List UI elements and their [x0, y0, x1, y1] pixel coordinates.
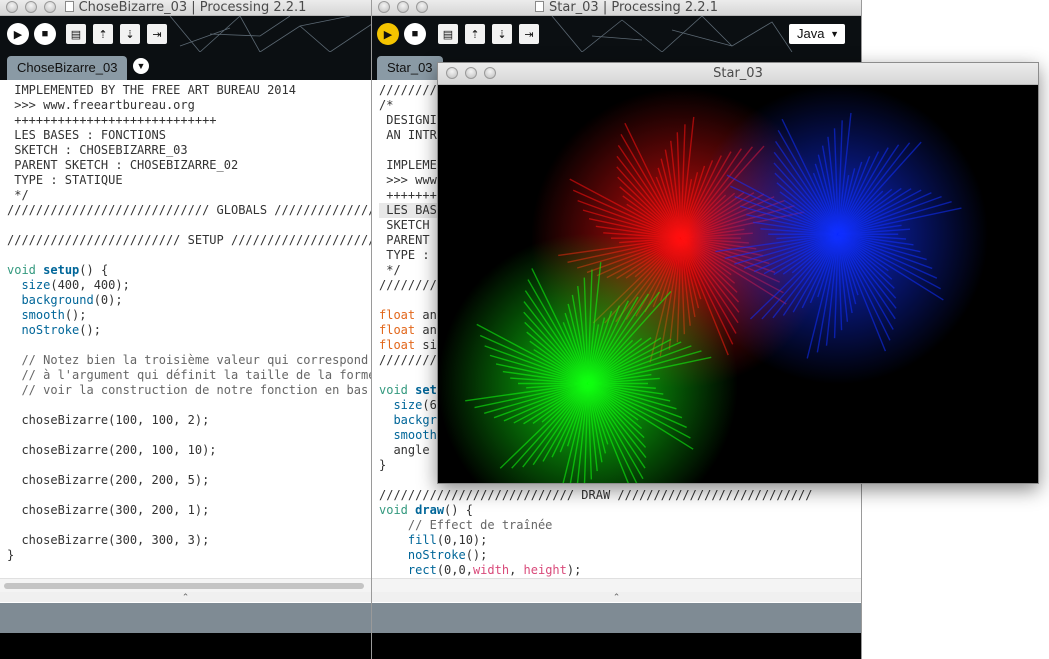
mode-dropdown-value: Java	[797, 26, 825, 41]
code-line[interactable]	[7, 338, 371, 353]
code-line[interactable]	[7, 398, 371, 413]
mode-dropdown[interactable]: Java ▼	[789, 24, 845, 44]
left-titlebar[interactable]: ChoseBizarre_03 | Processing 2.2.1	[0, 0, 371, 16]
code-line[interactable]: choseBizarre(100, 100, 2);	[7, 413, 371, 428]
code-line[interactable]: SKETCH : CHOSEBIZARRE_03	[7, 143, 371, 158]
document-icon	[535, 1, 544, 12]
code-line[interactable]: void draw() {	[379, 503, 861, 518]
code-line[interactable]	[7, 458, 371, 473]
code-line[interactable]: // Effect de traînée	[379, 518, 861, 533]
run-button[interactable]: ▶	[7, 23, 29, 45]
code-line[interactable]: noStroke();	[7, 323, 371, 338]
document-icon	[64, 1, 74, 12]
right-toolbar: ▶ ■ ▤ ⇡ ⇣ ⇥ Java ▼	[372, 16, 861, 52]
code-line[interactable]: ++++++++++++++++++++++++++++	[7, 113, 371, 128]
code-line[interactable]: LES BASES : FONCTIONS	[7, 128, 371, 143]
code-line[interactable]: TYPE : STATIQUE	[7, 173, 371, 188]
code-line[interactable]: // voir la construction de notre fonctio…	[7, 383, 371, 398]
stop-button[interactable]: ■	[34, 23, 56, 45]
window-title: ChoseBizarre_03 | Processing 2.2.1	[0, 0, 371, 15]
save-button[interactable]: ⇣	[492, 24, 512, 44]
tab-menu-icon[interactable]: ▼	[133, 58, 149, 74]
tab-star-03[interactable]: Star_03	[377, 56, 443, 80]
left-tabbar: ChoseBizarre_03	[0, 52, 371, 80]
code-line[interactable]: choseBizarre(300, 300, 3);	[7, 533, 371, 548]
stop-button[interactable]: ■	[404, 23, 426, 45]
code-line[interactable]: choseBizarre(200, 200, 5);	[7, 473, 371, 488]
code-line[interactable]: >>> www.freeartbureau.org	[7, 98, 371, 113]
left-toolbar: ▶ ■ ▤ ⇡ ⇣ ⇥	[0, 16, 371, 52]
console-area[interactable]	[0, 633, 371, 659]
right-titlebar[interactable]: Star_03 | Processing 2.2.1	[372, 0, 861, 16]
code-line[interactable]: // Notez bien la troisième valeur qui co…	[7, 353, 371, 368]
code-line[interactable]: noStroke();	[379, 548, 861, 563]
window-title: Star_03 | Processing 2.2.1	[372, 0, 861, 15]
code-line[interactable]: /////////////////////////// DRAW ///////…	[379, 488, 861, 503]
code-line[interactable]: PARENT SKETCH : CHOSEBIZARRE_02	[7, 158, 371, 173]
code-line[interactable]: choseBizarre(200, 100, 10);	[7, 443, 371, 458]
star-drawing	[438, 85, 989, 483]
status-bar	[372, 603, 861, 633]
left-editor-window: ChoseBizarre_03 | Processing 2.2.1 ▶ ■ ▤…	[0, 0, 372, 659]
code-line[interactable]	[7, 488, 371, 503]
code-line[interactable]: IMPLEMENTED BY THE FREE ART BUREAU 2014	[7, 83, 371, 98]
run-button[interactable]: ▶	[377, 23, 399, 45]
sketch-title: Star_03	[713, 66, 763, 81]
horizontal-scrollbar[interactable]	[0, 578, 371, 592]
export-button[interactable]: ⇥	[147, 24, 167, 44]
pane-divider[interactable]: ⌃	[372, 592, 861, 602]
code-line[interactable]: size(400, 400);	[7, 278, 371, 293]
new-button[interactable]: ▤	[438, 24, 458, 44]
code-line[interactable]	[7, 428, 371, 443]
scrollbar-thumb[interactable]	[4, 583, 364, 589]
code-line[interactable]	[7, 248, 371, 263]
new-button[interactable]: ▤	[66, 24, 86, 44]
code-line[interactable]: //////////////////////////// GLOBALS ///…	[7, 203, 371, 218]
save-button[interactable]: ⇣	[120, 24, 140, 44]
horizontal-scrollbar[interactable]	[372, 578, 861, 592]
code-editor[interactable]: IMPLEMENTED BY THE FREE ART BUREAU 2014 …	[0, 80, 371, 578]
code-line[interactable]: //////////////////////// SETUP /////////…	[7, 233, 371, 248]
sketch-output-window: Star_03	[437, 62, 1039, 484]
chevron-down-icon: ▼	[830, 29, 839, 39]
tab-chosebizarre-03[interactable]: ChoseBizarre_03	[7, 56, 128, 80]
status-bar	[0, 603, 371, 633]
code-line[interactable]: // à l'argument qui définit la taille de…	[7, 368, 371, 383]
code-line[interactable]: }	[7, 548, 371, 563]
open-button[interactable]: ⇡	[465, 24, 485, 44]
code-line[interactable]: void setup() {	[7, 263, 371, 278]
window-title-text: ChoseBizarre_03 | Processing 2.2.1	[78, 0, 307, 15]
code-line[interactable]: smooth();	[7, 308, 371, 323]
code-line[interactable]: */	[7, 188, 371, 203]
code-line[interactable]	[7, 218, 371, 233]
window-title-text: Star_03 | Processing 2.2.1	[549, 0, 718, 15]
code-line[interactable]: choseBizarre(300, 200, 1);	[7, 503, 371, 518]
open-button[interactable]: ⇡	[93, 24, 113, 44]
code-line[interactable]: rect(0,0,width, height);	[379, 563, 861, 578]
code-line[interactable]: background(0);	[7, 293, 371, 308]
sketch-titlebar[interactable]: Star_03	[438, 63, 1038, 85]
sketch-canvas[interactable]	[438, 85, 1038, 483]
console-area[interactable]	[372, 633, 861, 659]
pane-divider[interactable]: ⌃	[0, 592, 371, 602]
code-line[interactable]	[7, 518, 371, 533]
export-button[interactable]: ⇥	[519, 24, 539, 44]
code-line[interactable]: fill(0,10);	[379, 533, 861, 548]
